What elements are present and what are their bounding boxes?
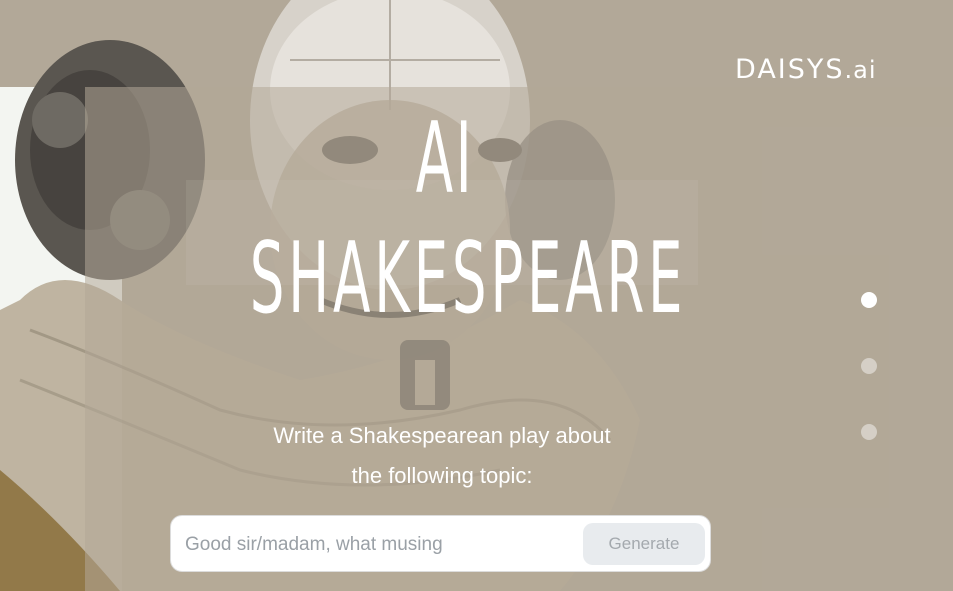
generate-button[interactable]: Generate — [583, 523, 705, 565]
pagination-dot-2[interactable] — [861, 358, 877, 374]
title-line-2: SHAKESPEARE — [249, 222, 687, 336]
pagination-dot-3[interactable] — [861, 424, 877, 440]
page-title: AI SHAKESPEARE — [130, 110, 760, 328]
brand-logo[interactable]: DAISYS.ai — [735, 54, 877, 85]
brand-name: DAISYS — [735, 54, 845, 85]
prompt-line-2: the following topic: — [351, 463, 533, 488]
brand-suffix: .ai — [844, 56, 877, 84]
prompt-line-1: Write a Shakespearean play about — [273, 423, 611, 448]
prompt-text: Write a Shakespearean play about the fol… — [232, 416, 652, 496]
pagination-dot-1[interactable] — [861, 292, 877, 308]
topic-form: Generate — [170, 515, 711, 572]
topic-input[interactable] — [183, 526, 577, 564]
title-line-1: AI — [415, 102, 475, 216]
